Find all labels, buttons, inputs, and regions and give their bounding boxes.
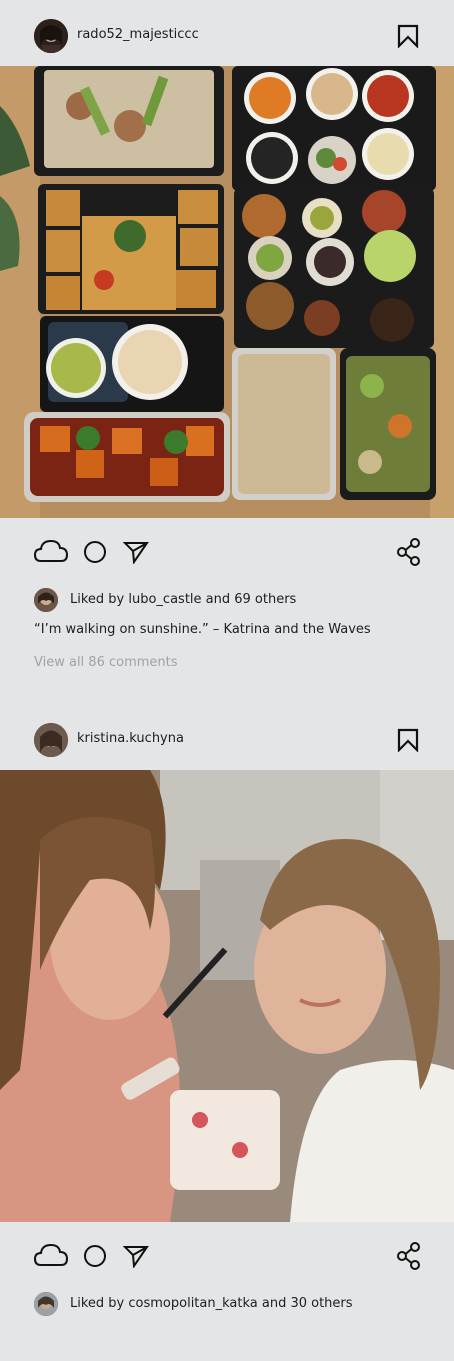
post-image[interactable]	[0, 770, 454, 1222]
liker-avatar[interactable]	[34, 1292, 58, 1316]
post-header: kristina.kuchyna	[0, 720, 454, 760]
share-icon[interactable]	[396, 538, 422, 566]
post-actions	[0, 535, 454, 571]
send-icon[interactable]	[123, 1244, 149, 1268]
view-comments-link[interactable]: View all 86 comments	[34, 655, 178, 670]
avatar[interactable]	[34, 723, 68, 757]
likes-row: Liked by lubo_castle and 69 others	[0, 587, 454, 613]
post-image[interactable]	[0, 66, 454, 518]
username[interactable]: rado52_majesticcc	[77, 27, 199, 42]
heart-cloud-icon[interactable]	[33, 1241, 69, 1269]
bookmark-icon[interactable]	[397, 24, 419, 48]
post-caption: “I’m walking on sunshine.” – Katrina and…	[34, 622, 371, 637]
post-header: rado52_majesticcc	[0, 16, 454, 56]
likes-text[interactable]: Liked by cosmopolitan_katka and 30 other…	[70, 1296, 353, 1311]
post-actions	[0, 1239, 454, 1275]
liker-avatar[interactable]	[34, 588, 58, 612]
avatar[interactable]	[34, 19, 68, 53]
bookmark-icon[interactable]	[397, 728, 419, 752]
send-icon[interactable]	[123, 540, 149, 564]
likes-text[interactable]: Liked by lubo_castle and 69 others	[70, 592, 296, 607]
heart-cloud-icon[interactable]	[33, 537, 69, 565]
comment-circle-icon[interactable]	[83, 540, 107, 564]
share-icon[interactable]	[396, 1242, 422, 1270]
comment-circle-icon[interactable]	[83, 1244, 107, 1268]
username[interactable]: kristina.kuchyna	[77, 731, 184, 746]
likes-row: Liked by cosmopolitan_katka and 30 other…	[0, 1291, 454, 1317]
